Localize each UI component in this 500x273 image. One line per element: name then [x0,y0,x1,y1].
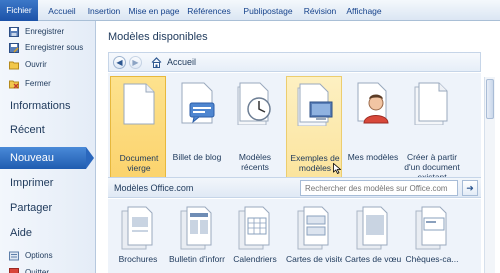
tile-brochures[interactable]: Brochures [110,201,166,273]
close-document-icon [9,80,19,89]
tile-cartes-de-voeux[interactable]: Cartes de vœux [345,201,401,273]
tab-references[interactable]: Références [184,3,234,20]
tab-revision[interactable]: Révision [300,3,340,20]
tab-mise-en-page[interactable]: Mise en page [128,3,180,20]
tile-mes-modeles[interactable]: Mes modèles [345,76,401,187]
tab-publipostage[interactable]: Publipostage [238,3,298,20]
folder-open-icon [9,61,19,70]
template-tiles: Document vierge Billet de blog Modèles r… [108,73,481,188]
save-icon [9,27,19,37]
nav-label: Enregistrer [25,27,65,36]
nav-aide[interactable]: Aide [0,222,94,244]
tile-label: Document vierge [119,153,159,173]
nav-enregistrer-sous[interactable]: Enregistrer sous [0,39,94,56]
breadcrumb[interactable]: Accueil [167,57,196,67]
tile-label: Chèques-ca... [405,254,459,264]
gift-certificates-folder-icon [415,206,447,250]
brochures-folder-icon [121,206,153,250]
business-cards-folder-icon [297,206,329,250]
tile-document-vierge[interactable]: Document vierge [110,76,166,187]
nav-enregistrer[interactable]: Enregistrer [0,23,94,40]
tile-creer-depuis-existant[interactable]: Créer à partir d'un document existant [404,76,460,187]
tab-affichage[interactable]: Affichage [342,3,386,20]
main-panel: Modèles disponibles ◀ ▶ Accueil Document… [97,21,500,273]
blog-post-icon [181,82,215,124]
nav-quitter[interactable]: Quitter [0,264,94,273]
tile-billet-de-blog[interactable]: Billet de blog [169,76,225,187]
page-title: Modèles disponibles [108,31,208,43]
office-templates-header: Modèles Office.com ➜ [108,177,481,198]
tab-accueil[interactable]: Accueil [42,3,82,20]
ribbon: Fichier Accueil Insertion Mise en page R… [0,0,500,21]
nav-partager[interactable]: Partager [0,197,94,219]
search-go-button[interactable]: ➜ [462,180,478,196]
tile-exemples-de-modeles[interactable]: Exemples de modèles [286,76,342,187]
recent-templates-icon [237,82,271,125]
tile-label: Cartes de vœux [345,254,401,264]
new-from-existing-icon [414,82,448,125]
blank-document-icon [123,83,155,125]
back-button[interactable]: ◀ [113,56,126,69]
tab-file[interactable]: Fichier [0,0,38,21]
office-template-tiles: Brochures Bulletin d'informati... Calend… [108,199,481,273]
my-templates-icon [357,82,389,124]
calendar-folder-icon [238,206,270,250]
nav-fermer[interactable]: Fermer [0,75,94,92]
nav-label: Quitter [25,268,50,273]
search-input[interactable] [300,180,458,196]
mouse-cursor-icon [333,163,341,174]
tile-label: Brochures [118,254,158,264]
home-icon[interactable] [151,57,162,68]
tile-label: Billet de blog [172,152,222,162]
scrollbar-thumb[interactable] [486,79,494,119]
vertical-scrollbar[interactable] [484,77,495,273]
tile-modeles-recents[interactable]: Modèles récents [227,76,283,187]
tile-label: Bulletin d'informati... [169,254,225,264]
tile-label: Calendriers [233,254,277,264]
exit-icon [9,268,19,273]
tile-calendriers[interactable]: Calendriers [227,201,283,273]
save-as-icon [9,43,19,53]
nav-label: Fermer [25,79,51,88]
nav-label: Enregistrer sous [25,43,84,52]
newsletter-folder-icon [180,206,212,250]
selection-arrow [86,147,94,169]
office-templates-title: Modèles Office.com [114,183,194,193]
sample-templates-icon [297,83,333,126]
nav-recent[interactable]: Récent [0,119,94,141]
nav-imprimer[interactable]: Imprimer [0,172,94,194]
nav-options[interactable]: Options [0,247,94,264]
tile-cheques-cadeaux[interactable]: Chèques-ca... [404,201,460,273]
tab-insertion[interactable]: Insertion [84,3,124,20]
tile-label: Mes modèles [347,152,399,162]
template-nav-bar: ◀ ▶ Accueil [108,52,481,72]
nav-nouveau[interactable]: Nouveau [0,147,86,169]
tile-label: Cartes de visite [286,254,342,264]
greeting-cards-folder-icon [356,206,388,250]
nav-ouvrir[interactable]: Ouvrir [0,56,94,73]
nav-label: Options [25,251,53,260]
nav-informations[interactable]: Informations [0,95,94,117]
tile-label: Modèles récents [238,152,272,172]
options-icon [9,251,19,261]
tile-bulletin[interactable]: Bulletin d'informati... [169,201,225,273]
nav-label: Ouvrir [25,60,47,69]
tile-cartes-de-visite[interactable]: Cartes de visite [286,201,342,273]
backstage-nav: Enregistrer Enregistrer sous Ouvrir Ferm… [0,21,96,273]
forward-button[interactable]: ▶ [129,56,142,69]
